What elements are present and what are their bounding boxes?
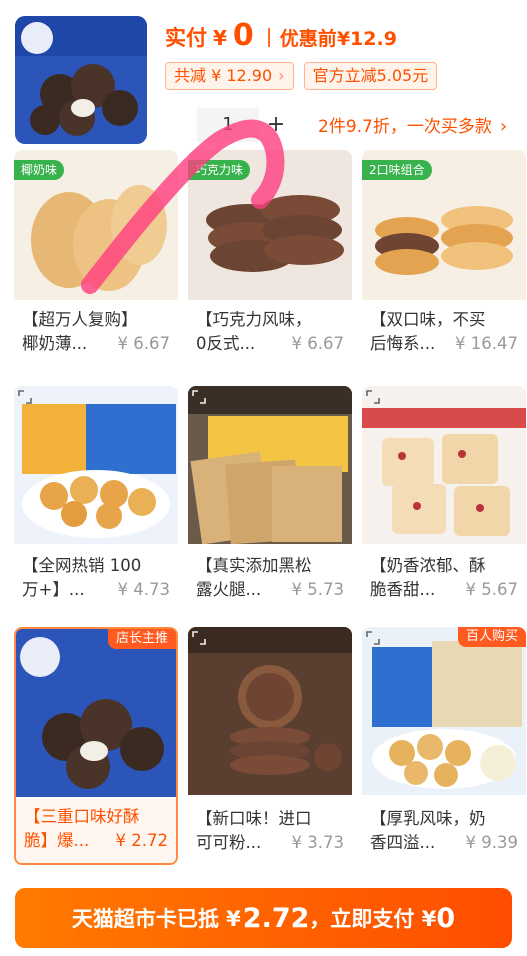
product-title-line2: 香四溢... — [370, 833, 436, 852]
product-caption: 【全网热销 100 万+】... ¥ 4.73 — [14, 548, 178, 612]
product-image: 巧克力味 — [188, 150, 352, 300]
product-title-line1: 【全网热销 100 — [22, 556, 142, 575]
plus-icon[interactable]: + — [259, 108, 293, 142]
hundreds-bought-badge: 百人购买 — [457, 627, 526, 647]
product-title-line1: 【双口味，不买 — [370, 310, 486, 329]
expand-icon[interactable] — [364, 388, 382, 406]
official-discount-tag: 官方立减5.05元 — [303, 62, 438, 90]
product-card[interactable]: 【新口味！进口 可可粉... ¥ 3.73 — [188, 627, 352, 865]
product-title-line2: 脆香甜... — [370, 580, 436, 599]
expand-icon[interactable] — [364, 629, 382, 647]
chevron-right-icon: › — [278, 66, 285, 85]
product-caption: 【真实添加黑松 露火腿... ¥ 5.73 — [188, 548, 352, 612]
flavor-tag: 椰奶味 — [14, 160, 65, 180]
product-title-line2: 万+】... — [22, 580, 85, 599]
product-title-line1: 【厚乳风味，奶 — [370, 809, 486, 828]
deducted-amount: 2.72 — [242, 902, 310, 934]
product-image: 店长主推 — [16, 629, 176, 797]
pay-button[interactable]: 天猫超市卡已抵 ¥2.72 ，立即支付 ¥0 — [15, 888, 512, 948]
product-title-line1: 【真实添加黑松 — [196, 556, 312, 575]
quantity-value[interactable]: 1 — [197, 108, 259, 142]
actual-pay-amount: 0 — [232, 18, 254, 53]
product-price: ¥ 6.67 — [291, 334, 344, 353]
discount-tags: 共减 ¥ 12.90 › 官方立减5.05元 — [165, 62, 438, 90]
product-card[interactable]: 【全网热销 100 万+】... ¥ 4.73 — [14, 386, 178, 612]
promo-link[interactable]: 2件9.7折，一次买多款 › — [318, 112, 507, 137]
product-price: ¥ 5.67 — [465, 580, 518, 599]
expand-icon[interactable] — [16, 388, 34, 406]
product-card-selected[interactable]: 店长主推 【三重口味好酥 脆】爆... ¥ 2.72 — [14, 627, 178, 865]
product-price: ¥ 16.47 — [455, 334, 518, 353]
product-card[interactable]: 百人购买 【厚乳风味，奶 香四溢... ¥ 9.39 — [362, 627, 526, 865]
product-card[interactable]: 椰奶味 【超万人复购】 椰奶薄... ¥ 6.67 — [14, 150, 178, 366]
product-caption: 【超万人复购】 椰奶薄... ¥ 6.67 — [14, 302, 178, 366]
product-title-line2: 露火腿... — [196, 580, 262, 599]
product-price: ¥ 4.73 — [117, 580, 170, 599]
product-caption: 【奶香浓郁、酥 脆香甜... ¥ 5.67 — [362, 548, 526, 612]
flavor-tag: 2口味组合 — [362, 160, 432, 180]
store-recommend-badge: 店长主推 — [107, 629, 176, 649]
original-price-label: 优惠前 — [279, 28, 337, 50]
product-card[interactable]: 【奶香浓郁、酥 脆香甜... ¥ 5.67 — [362, 386, 526, 612]
flavor-tag: 巧克力味 — [188, 160, 251, 180]
product-title-line2: 脆】爆... — [24, 831, 90, 850]
product-image — [188, 386, 352, 544]
expand-icon[interactable] — [190, 629, 208, 647]
product-title-line2: 后悔系... — [370, 334, 436, 353]
product-image — [14, 386, 178, 544]
product-image — [362, 386, 526, 544]
product-card[interactable]: 巧克力味 【巧克力风味， 0反式... ¥ 6.67 — [188, 150, 352, 366]
product-title-line2: 椰奶薄... — [22, 334, 88, 353]
product-title-line1: 【三重口味好酥 — [24, 807, 140, 826]
order-summary: 实付 ¥ 0 优惠前 ¥12.9 共减 ¥ 12.90 › 官方立减5.05元 1… — [0, 0, 527, 150]
minus-button[interactable] — [165, 108, 197, 142]
expand-icon[interactable] — [190, 388, 208, 406]
product-price: ¥ 9.39 — [465, 833, 518, 852]
promo-text: 2件9.7折，一次买多款 — [318, 117, 492, 137]
product-image — [188, 627, 352, 795]
actual-pay-label: 实付 — [165, 26, 207, 50]
divider — [267, 27, 270, 47]
official-discount-text: 官方立减5.05元 — [312, 66, 429, 85]
total-saving-tag[interactable]: 共减 ¥ 12.90 › — [165, 62, 294, 90]
product-title-line2: 0反式... — [196, 334, 256, 353]
product-title-line1: 【奶香浓郁、酥 — [370, 556, 486, 575]
product-price: ¥ 6.67 — [117, 334, 170, 353]
product-caption: 【双口味，不买 后悔系... ¥ 16.47 — [362, 302, 526, 366]
quantity-stepper[interactable]: 1 + — [165, 108, 293, 142]
product-caption: 【三重口味好酥 脆】爆... ¥ 2.72 — [16, 799, 176, 863]
product-card[interactable]: 【真实添加黑松 露火腿... ¥ 5.73 — [188, 386, 352, 612]
currency-symbol: ¥ — [213, 26, 227, 50]
product-image: 2口味组合 — [362, 150, 526, 300]
total-saving-text: 共减 ¥ 12.90 — [174, 66, 273, 85]
product-image: 百人购买 — [362, 627, 526, 795]
product-title-line1: 【巧克力风味， — [196, 310, 312, 329]
product-card[interactable]: 2口味组合 【双口味，不买 后悔系... ¥ 16.47 — [362, 150, 526, 366]
product-price: ¥ 3.73 — [291, 833, 344, 852]
product-caption: 【厚乳风味，奶 香四溢... ¥ 9.39 — [362, 801, 526, 865]
selected-product-image — [15, 16, 147, 144]
product-price: ¥ 5.73 — [291, 580, 344, 599]
product-title-line1: 【新口味！进口 — [196, 809, 312, 828]
product-caption: 【新口味！进口 可可粉... ¥ 3.73 — [188, 801, 352, 865]
final-amount: 0 — [436, 902, 456, 934]
product-price: ¥ 2.72 — [115, 831, 168, 850]
product-title-line2: 可可粉... — [196, 833, 262, 852]
original-price: ¥12.9 — [336, 28, 397, 50]
price-line: 实付 ¥ 0 优惠前 ¥12.9 — [165, 18, 397, 56]
chevron-right-icon: › — [499, 116, 508, 137]
pay-prefix: 天猫超市卡已抵 ¥ — [71, 907, 241, 931]
product-title-line1: 【超万人复购】 — [22, 310, 138, 329]
product-image: 椰奶味 — [14, 150, 178, 300]
product-caption: 【巧克力风味， 0反式... ¥ 6.67 — [188, 302, 352, 366]
pay-middle: ，立即支付 ¥ — [309, 907, 437, 931]
